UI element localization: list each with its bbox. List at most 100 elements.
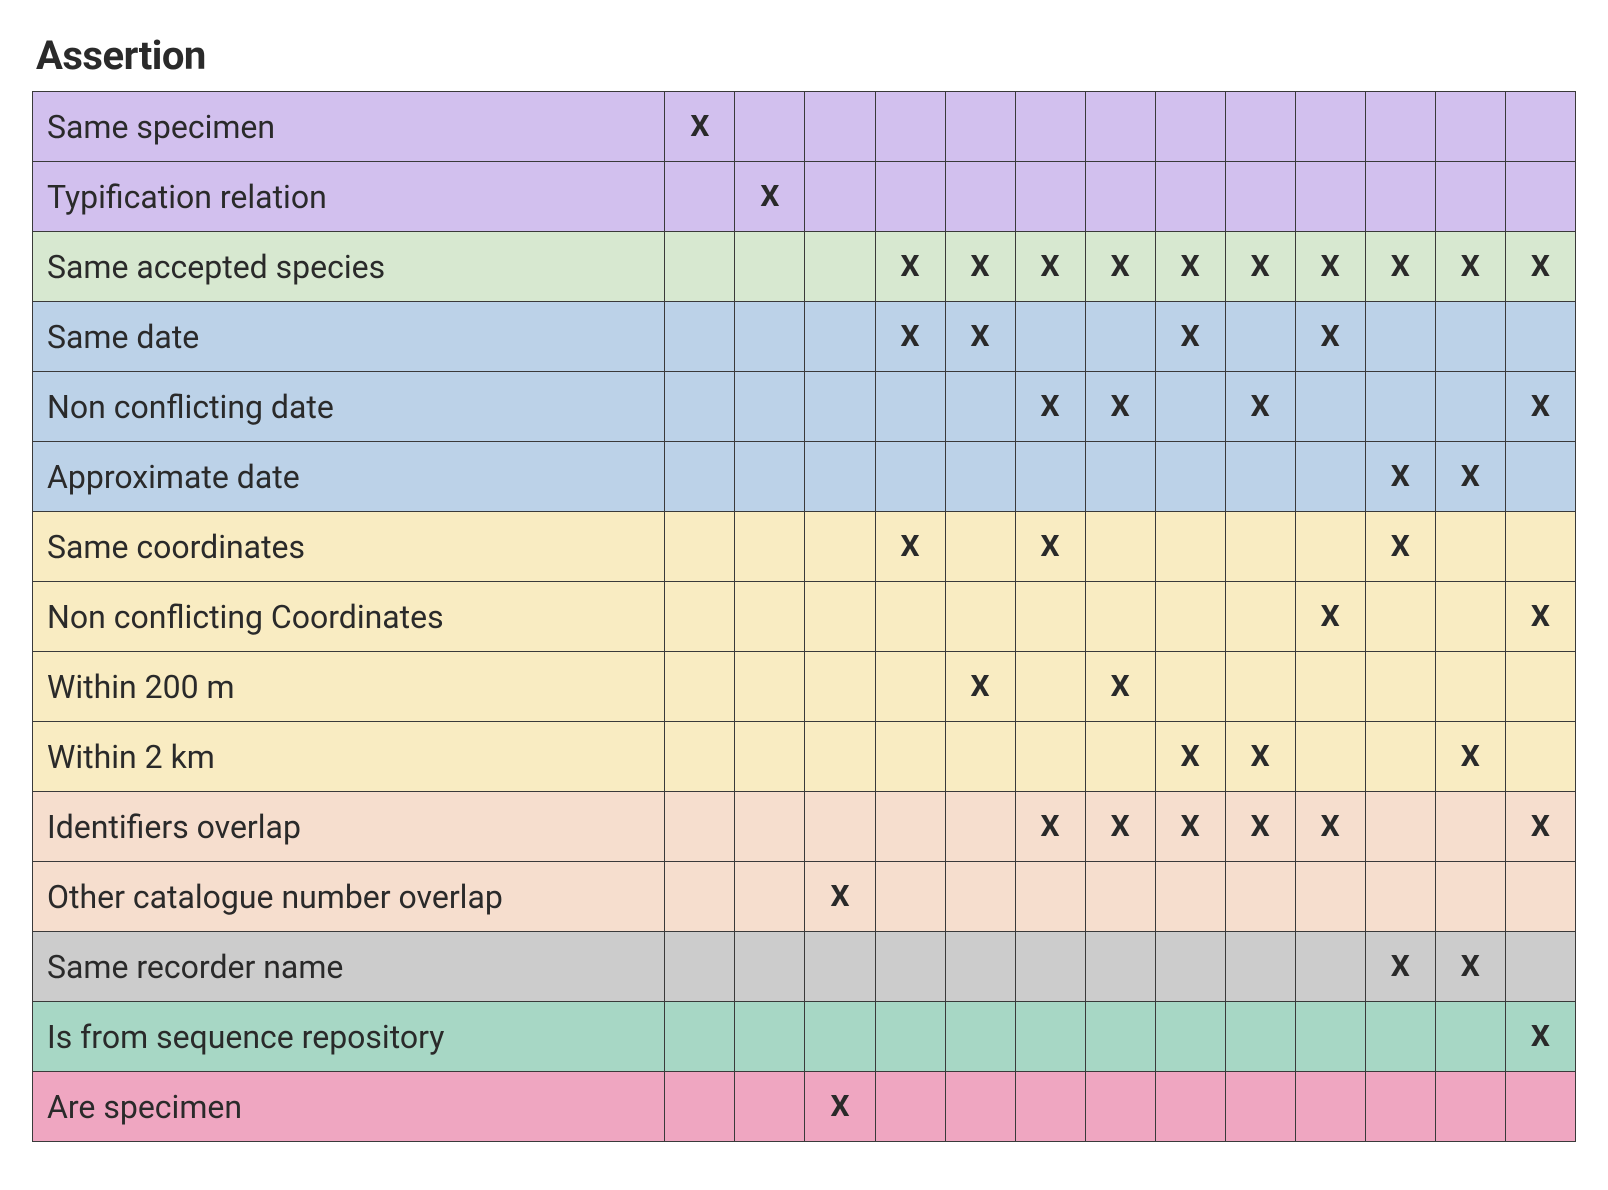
- matrix-cell: [1155, 442, 1225, 512]
- matrix-cell: [665, 582, 735, 652]
- matrix-cell: [875, 372, 945, 442]
- matrix-cell: [1155, 372, 1225, 442]
- matrix-cell: X: [1225, 722, 1295, 792]
- matrix-cell: [735, 232, 805, 302]
- assertion-label: Within 2 km: [33, 722, 665, 792]
- assertion-label: Identifiers overlap: [33, 792, 665, 862]
- matrix-cell: [1015, 442, 1085, 512]
- matrix-cell: X: [805, 862, 875, 932]
- matrix-cell: X: [1365, 512, 1435, 582]
- matrix-cell: [665, 652, 735, 722]
- matrix-cell: [1225, 1072, 1295, 1142]
- table-row: Same recorder nameXX: [33, 932, 1576, 1002]
- matrix-cell: [1085, 722, 1155, 792]
- matrix-cell: [1365, 722, 1435, 792]
- matrix-cell: [805, 722, 875, 792]
- matrix-cell: [1435, 302, 1505, 372]
- matrix-cell: [1365, 372, 1435, 442]
- assertion-label: Are specimen: [33, 1072, 665, 1142]
- matrix-cell: [1015, 302, 1085, 372]
- matrix-cell: [1505, 92, 1575, 162]
- matrix-cell: [665, 372, 735, 442]
- matrix-cell: [1155, 92, 1225, 162]
- assertion-label: Typification relation: [33, 162, 665, 232]
- matrix-cell: [945, 372, 1015, 442]
- matrix-cell: [1295, 652, 1365, 722]
- assertion-matrix: Same specimenXTypification relationXSame…: [32, 91, 1576, 1142]
- table-row: Other catalogue number overlapX: [33, 862, 1576, 932]
- assertion-label: Approximate date: [33, 442, 665, 512]
- matrix-cell: [665, 722, 735, 792]
- matrix-cell: [735, 1072, 805, 1142]
- matrix-cell: X: [1435, 932, 1505, 1002]
- matrix-cell: [1085, 862, 1155, 932]
- matrix-cell: X: [1295, 582, 1365, 652]
- matrix-cell: [1365, 162, 1435, 232]
- matrix-cell: [735, 582, 805, 652]
- matrix-cell: [735, 722, 805, 792]
- matrix-cell: [665, 442, 735, 512]
- assertion-label: Same date: [33, 302, 665, 372]
- matrix-cell: [1365, 92, 1435, 162]
- matrix-cell: [1015, 1002, 1085, 1072]
- matrix-cell: [1295, 1072, 1365, 1142]
- matrix-cell: [805, 1002, 875, 1072]
- matrix-cell: X: [1015, 512, 1085, 582]
- table-row: Within 200 mXX: [33, 652, 1576, 722]
- matrix-cell: [1155, 862, 1225, 932]
- matrix-cell: [665, 512, 735, 582]
- matrix-cell: X: [1505, 1002, 1575, 1072]
- matrix-cell: X: [875, 232, 945, 302]
- table-row: Non conflicting CoordinatesXX: [33, 582, 1576, 652]
- matrix-cell: X: [1155, 302, 1225, 372]
- matrix-cell: X: [945, 232, 1015, 302]
- matrix-cell: [805, 302, 875, 372]
- matrix-cell: [735, 92, 805, 162]
- matrix-cell: X: [1225, 232, 1295, 302]
- table-row: Approximate dateXX: [33, 442, 1576, 512]
- assertion-label: Within 200 m: [33, 652, 665, 722]
- table-row: Same dateXXXX: [33, 302, 1576, 372]
- matrix-cell: [1365, 302, 1435, 372]
- matrix-cell: [1435, 792, 1505, 862]
- matrix-cell: [665, 1072, 735, 1142]
- matrix-cell: [1225, 302, 1295, 372]
- matrix-cell: [875, 162, 945, 232]
- table-row: Identifiers overlapXXXXXX: [33, 792, 1576, 862]
- matrix-cell: [1435, 652, 1505, 722]
- matrix-cell: [1015, 652, 1085, 722]
- table-row: Typification relationX: [33, 162, 1576, 232]
- matrix-cell: X: [1015, 372, 1085, 442]
- matrix-cell: [875, 932, 945, 1002]
- matrix-cell: [1085, 1072, 1155, 1142]
- matrix-cell: [1015, 162, 1085, 232]
- matrix-cell: [1505, 722, 1575, 792]
- matrix-cell: [1225, 1002, 1295, 1072]
- matrix-cell: [1085, 1002, 1155, 1072]
- matrix-cell: [1155, 1072, 1225, 1142]
- matrix-cell: [945, 442, 1015, 512]
- matrix-cell: [1015, 92, 1085, 162]
- matrix-cell: [1505, 512, 1575, 582]
- matrix-cell: X: [1155, 722, 1225, 792]
- matrix-cell: [1505, 302, 1575, 372]
- matrix-cell: [875, 582, 945, 652]
- matrix-cell: X: [805, 1072, 875, 1142]
- matrix-cell: [805, 232, 875, 302]
- matrix-cell: [875, 722, 945, 792]
- matrix-cell: [1085, 442, 1155, 512]
- matrix-cell: [735, 932, 805, 1002]
- matrix-cell: X: [1435, 722, 1505, 792]
- matrix-cell: X: [1295, 792, 1365, 862]
- matrix-cell: [1015, 932, 1085, 1002]
- matrix-cell: [1085, 302, 1155, 372]
- matrix-cell: [1155, 512, 1225, 582]
- matrix-cell: [1155, 652, 1225, 722]
- matrix-cell: [1015, 1072, 1085, 1142]
- matrix-cell: X: [1505, 232, 1575, 302]
- matrix-cell: [1225, 162, 1295, 232]
- matrix-cell: [1435, 1072, 1505, 1142]
- table-title: Assertion: [36, 32, 1576, 79]
- table-row: Same accepted speciesXXXXXXXXXX: [33, 232, 1576, 302]
- matrix-cell: X: [875, 302, 945, 372]
